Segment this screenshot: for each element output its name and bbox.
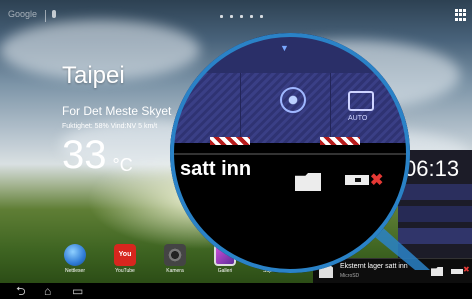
wifi-icon: ▼ <box>280 43 289 53</box>
recent-apps-icon[interactable]: ▭ <box>72 284 83 298</box>
panel-time: 06:13 <box>404 156 460 181</box>
magnified-panel-top <box>170 33 410 73</box>
magnifier-lens: ▼ AUTO satt inn ✖ <box>170 33 410 273</box>
notification-subtitle: MicroSD <box>340 273 360 279</box>
notification-title: Eksternt lager satt inn <box>340 263 408 270</box>
panel-row-toggles-2[interactable] <box>398 228 472 244</box>
app-nettleser[interactable]: Nettleser <box>50 240 100 274</box>
auto-brightness-label: AUTO <box>348 115 368 122</box>
mic-icon[interactable] <box>52 10 56 18</box>
app-youtube[interactable]: You YouTube <box>100 240 150 274</box>
magnified-folder-icon <box>295 173 321 191</box>
system-nav-bar: ⮌ ⌂ ▭ <box>0 283 472 299</box>
top-bar: Google <box>0 0 472 34</box>
close-icon[interactable]: ✖ <box>463 265 470 274</box>
camera-icon <box>164 244 186 266</box>
app-kamera[interactable]: Kamera <box>150 240 200 274</box>
globe-icon <box>64 244 86 266</box>
panel-row-status <box>398 184 472 200</box>
magnified-notification-title: satt inn <box>180 158 252 180</box>
panel-row-toggles[interactable] <box>398 206 472 222</box>
folder-icon[interactable] <box>431 267 443 276</box>
eject-icon[interactable] <box>451 269 463 274</box>
search-divider <box>45 10 46 22</box>
weather-city: Taipei <box>62 62 125 89</box>
warning-stripe <box>210 137 250 145</box>
temperature-unit: °C <box>112 155 133 175</box>
weather-temperature: 33 °C <box>62 133 133 177</box>
weather-condition: For Det Meste Skyet <box>62 104 172 118</box>
magnified-close-icon: ✖ <box>370 172 384 189</box>
warning-stripe <box>320 137 360 145</box>
page-indicator <box>220 15 263 18</box>
home-icon[interactable]: ⌂ <box>44 284 51 298</box>
youtube-icon: You <box>114 244 136 266</box>
brightness-toggle-icon <box>280 87 306 113</box>
google-search-button[interactable]: Google <box>8 9 37 19</box>
back-icon[interactable]: ⮌ <box>16 284 26 298</box>
auto-brightness-icon <box>348 91 374 111</box>
apps-grid-icon[interactable] <box>455 9 467 21</box>
weather-details: Fuktighet: 58% Vind:NV 5 km/t <box>62 123 158 130</box>
